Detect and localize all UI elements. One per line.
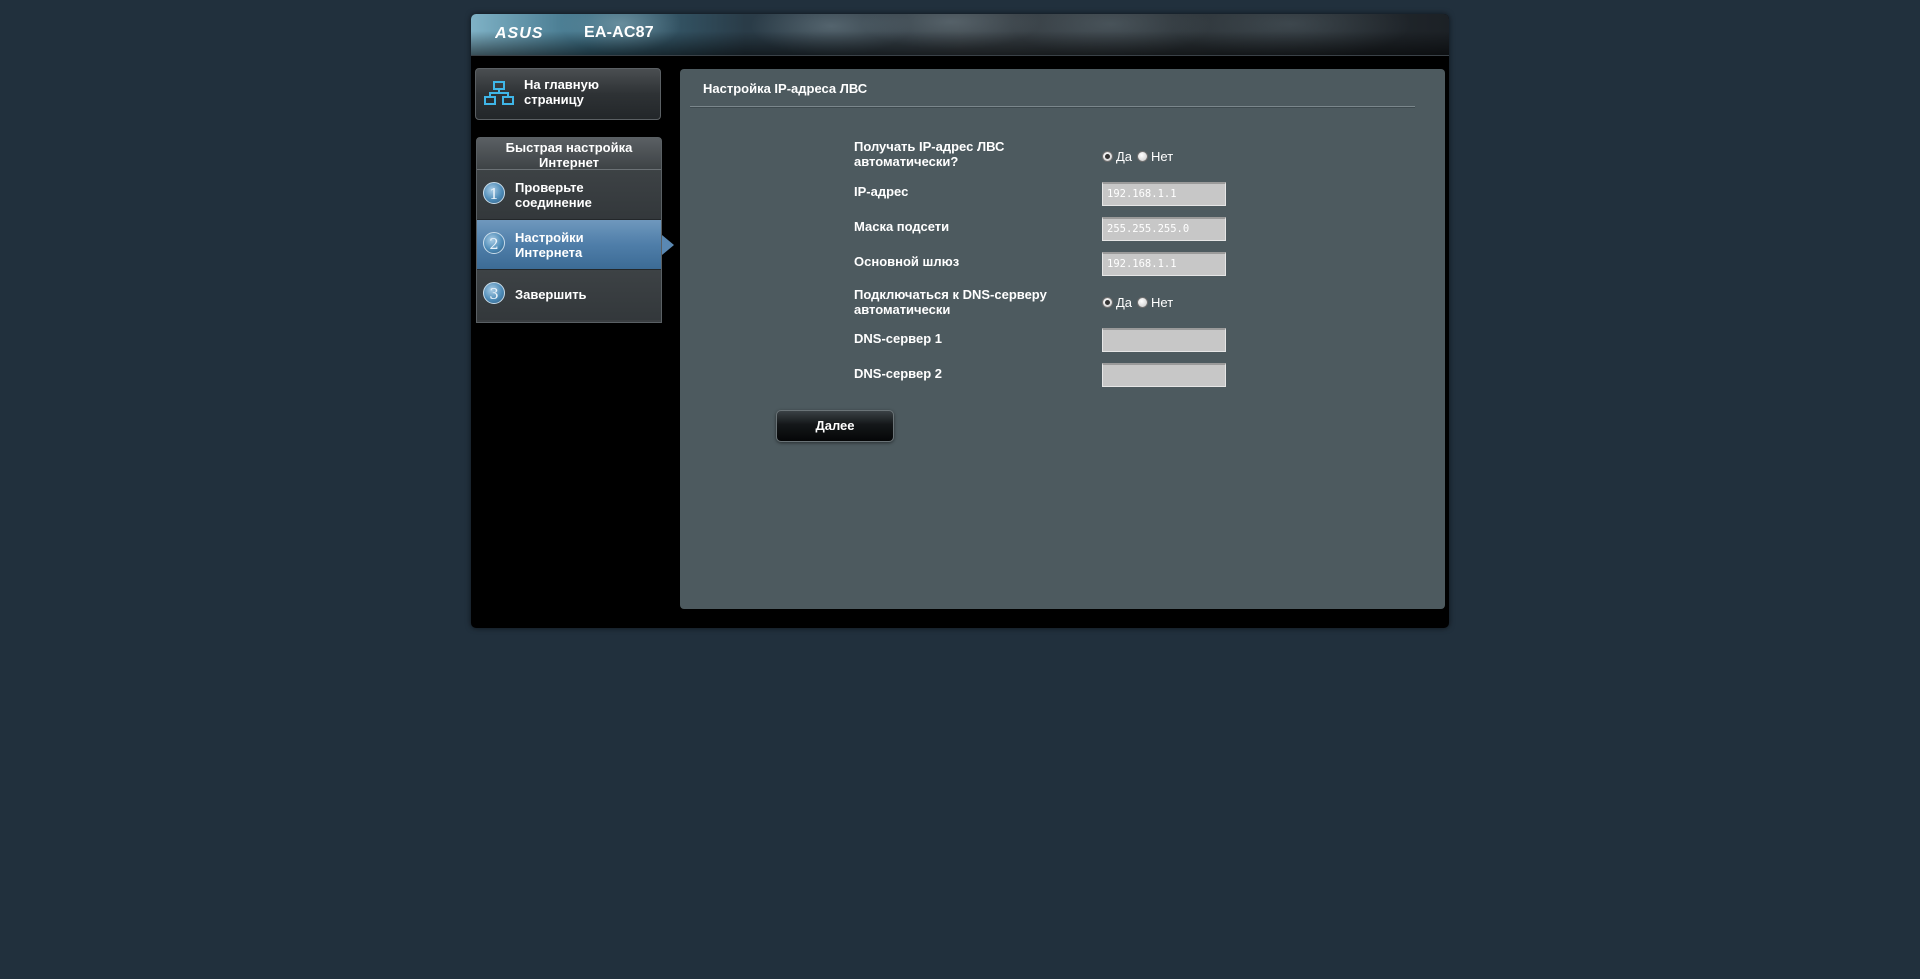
ip-address-label: IP-адрес	[854, 184, 909, 199]
dns-server-2-row: DNS-сервер 2	[854, 363, 1284, 390]
dns-server-1-row: DNS-сервер 1	[854, 328, 1284, 355]
home-page-label: На главную страницу	[524, 77, 599, 107]
next-button[interactable]: Далее	[776, 410, 894, 442]
quick-setup-menu: Быстрая настройка Интернет 1 Проверьте с…	[476, 137, 674, 323]
step-3-badge: 3	[483, 282, 505, 304]
step-label: Настройки Интернета	[515, 230, 584, 260]
auto-dns-no-radio[interactable]	[1137, 297, 1149, 308]
subnet-mask-input[interactable]: 255.255.255.0	[1102, 217, 1226, 241]
panel-title-divider	[690, 106, 1415, 108]
asus-logo: ASUS	[494, 24, 557, 45]
dns-server-2-input[interactable]	[1102, 363, 1226, 387]
panel-title: Настройка IP-адреса ЛВС	[703, 81, 868, 96]
gateway-input[interactable]: 192.168.1.1	[1102, 252, 1226, 276]
ip-address-input[interactable]: 192.168.1.1	[1102, 182, 1226, 206]
auto-dns-row: Подключаться к DNS-серверу автоматически…	[854, 287, 1284, 319]
network-icon	[484, 81, 514, 112]
home-page-button[interactable]: На главную страницу	[475, 68, 661, 120]
step-check-connection[interactable]: 1 Проверьте соединение	[477, 170, 661, 220]
step-1-badge: 1	[483, 182, 505, 204]
lan-ip-settings-panel: Настройка IP-адреса ЛВС Получать IP-адре…	[680, 69, 1445, 609]
header-divider	[471, 55, 1449, 56]
auto-dns-radio-group: Да Нет	[1102, 295, 1178, 310]
auto-ip-row: Получать IP-адрес ЛВС автоматически? Да …	[854, 139, 1284, 171]
dns-server-1-label: DNS-сервер 1	[854, 331, 943, 346]
gateway-label: Основной шлюз	[854, 254, 960, 269]
subnet-mask-row: Маска подсети 255.255.255.0	[854, 217, 1284, 243]
auto-ip-label: Получать IP-адрес ЛВС автоматически?	[854, 139, 1005, 169]
step-internet-settings[interactable]: 2 Настройки Интернета	[477, 220, 674, 270]
auto-dns-yes-label: Да	[1116, 295, 1133, 310]
asus-logo-text: ASUS	[495, 25, 543, 40]
auto-ip-no-label: Нет	[1151, 149, 1174, 164]
auto-dns-yes-radio[interactable]	[1102, 297, 1113, 308]
auto-dns-label: Подключаться к DNS-серверу автоматически	[854, 287, 1047, 317]
step-label: Проверьте соединение	[515, 180, 592, 210]
gateway-row: Основной шлюз 192.168.1.1	[854, 252, 1284, 278]
auto-ip-yes-radio[interactable]	[1102, 151, 1113, 162]
ip-address-row: IP-адрес 192.168.1.1	[854, 182, 1284, 208]
router-app-window: ASUS EA-AC87 На главную страницу Быстрая…	[471, 14, 1449, 628]
auto-ip-radio-group: Да Нет	[1102, 149, 1178, 164]
active-step-arrow-icon	[662, 234, 674, 255]
dns-server-2-label: DNS-сервер 2	[854, 366, 943, 381]
step-label: Завершить	[515, 287, 587, 302]
model-name: EA-AC87	[584, 24, 654, 41]
quick-setup-title: Быстрая настройка Интернет	[477, 138, 661, 170]
subnet-mask-label: Маска подсети	[854, 219, 950, 234]
step-2-badge: 2	[483, 232, 505, 254]
auto-ip-no-radio[interactable]	[1137, 151, 1149, 162]
auto-ip-yes-label: Да	[1116, 149, 1133, 164]
auto-dns-no-label: Нет	[1151, 295, 1174, 310]
dns-server-1-input[interactable]	[1102, 328, 1226, 352]
step-finish[interactable]: 3 Завершить	[477, 270, 661, 320]
